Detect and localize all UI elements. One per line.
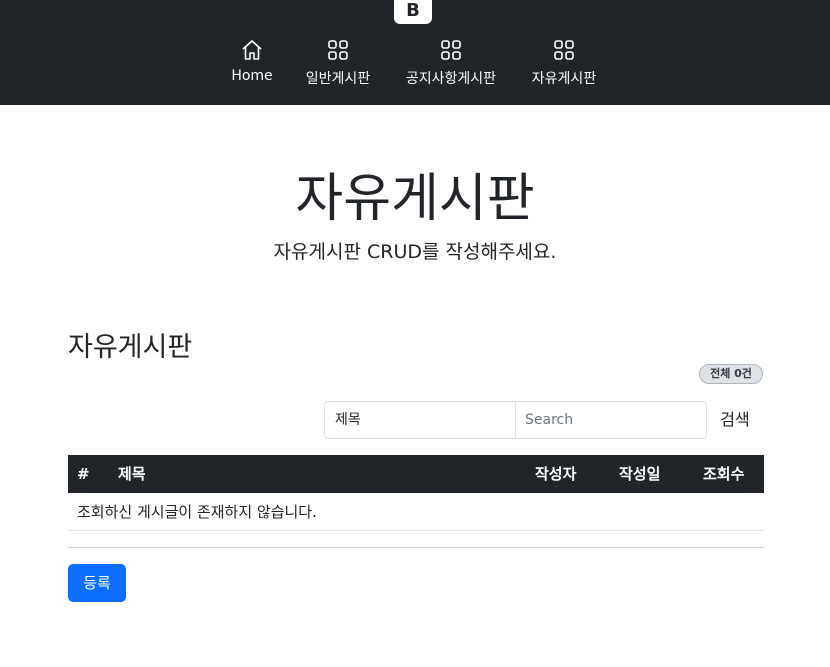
nav-item-general-board[interactable]: 일반게시판 — [302, 38, 374, 88]
nav-label-general-board: 일반게시판 — [305, 71, 371, 87]
col-header-views: 조회수 — [703, 465, 745, 483]
top-navbar: B Home 일반게시판 공지사항게시판 자유게시판 — [0, 0, 830, 105]
search-input[interactable]: Search — [515, 401, 707, 439]
register-button[interactable]: 등록 — [68, 564, 126, 602]
hero-lead: 자유게시판 CRUD를 작성해주세요. — [273, 241, 557, 263]
empty-message: 조회하신 게시글이 존재하지 않습니다. — [77, 503, 317, 521]
table-empty-row: 조회하신 게시글이 존재하지 않습니다. — [68, 493, 764, 531]
col-header-date: 작성일 — [619, 465, 661, 483]
nav-label-home: Home — [231, 68, 273, 84]
divider — [68, 547, 764, 548]
search-field-select[interactable]: 제목 — [324, 401, 516, 439]
total-count-badge: 전체 0건 — [699, 364, 763, 384]
col-header-title: 제목 — [118, 465, 146, 483]
brand-logo[interactable]: B — [394, 0, 432, 24]
nav-item-home[interactable]: Home — [228, 38, 276, 84]
home-icon — [228, 38, 276, 62]
nav-item-notice-board[interactable]: 공지사항게시판 — [400, 38, 502, 88]
nav-label-notice-board: 공지사항게시판 — [405, 71, 497, 87]
grid-icon — [528, 38, 600, 62]
grid-icon — [302, 38, 374, 62]
brand-letter: B — [406, 0, 420, 21]
search-button[interactable]: 검색 — [712, 401, 758, 439]
nav-item-free-board[interactable]: 자유게시판 — [528, 38, 600, 88]
table-header: # 제목 작성자 작성일 조회수 — [68, 455, 764, 493]
grid-icon — [400, 38, 502, 62]
col-header-author: 작성자 — [535, 465, 577, 483]
nav-label-free-board: 자유게시판 — [531, 71, 597, 87]
hero-title: 자유게시판 — [295, 169, 535, 229]
col-header-number: # — [77, 465, 90, 483]
board-title: 자유게시판 — [68, 332, 193, 363]
